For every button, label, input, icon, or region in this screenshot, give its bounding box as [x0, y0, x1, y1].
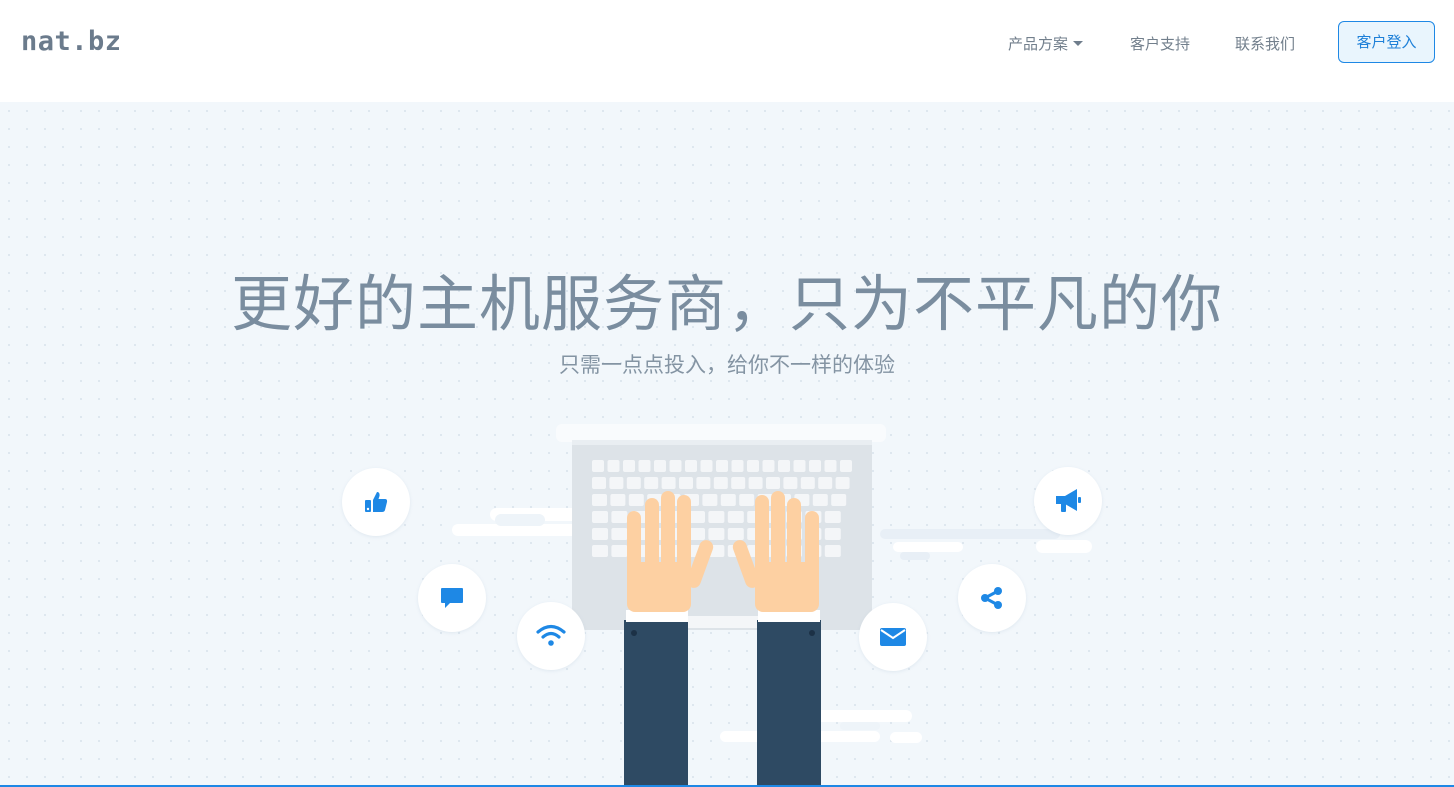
keyboard-key	[626, 477, 641, 489]
keyboard-key	[716, 460, 728, 472]
arm-shapes	[624, 610, 821, 785]
keyboard-key	[824, 511, 841, 523]
keyboard-key	[592, 477, 606, 489]
keyboard-key	[766, 477, 780, 489]
keyboard-key	[661, 477, 676, 489]
keyboard-key	[762, 460, 775, 472]
keyboard-key	[638, 460, 651, 472]
keyboard-key	[835, 477, 850, 489]
keyboard-key	[748, 477, 763, 489]
nav-products-label: 产品方案	[1008, 35, 1069, 53]
keyboard-key	[611, 528, 628, 540]
keyboard-key	[592, 528, 608, 540]
keyboard-key	[840, 460, 852, 472]
keyboard-key	[610, 494, 626, 506]
keyboard-key	[689, 511, 705, 523]
keyboard-key	[609, 477, 624, 489]
keyboard-key	[739, 494, 755, 506]
keyboard-key	[727, 511, 744, 523]
keyboard-key	[689, 528, 705, 540]
keyboard-key	[783, 477, 798, 489]
nav-support[interactable]: 客户支持	[1130, 33, 1190, 54]
keyboard-key	[793, 460, 806, 472]
envelope-icon	[859, 603, 927, 671]
keyboard-key	[654, 460, 666, 472]
keyboard-key	[700, 460, 713, 472]
keyboard-key	[644, 477, 659, 489]
hero-section: 更好的主机服务商，只为不平凡的你 只需一点点投入，给你不一样的体验	[0, 102, 1454, 787]
keyboard-key	[800, 477, 815, 489]
site-header: nat.bz 产品方案 客户支持 联系我们 客户登入	[0, 0, 1454, 102]
comment-icon	[418, 564, 486, 632]
keyboard-key	[812, 494, 828, 506]
thumbs-up-icon	[342, 468, 410, 536]
keyboard-key	[778, 460, 790, 472]
wifi-icon	[517, 602, 585, 670]
keyboard-key	[685, 460, 697, 472]
keyboard-key	[592, 511, 608, 523]
keyboard-key	[708, 528, 725, 540]
keyboard-key	[628, 494, 644, 506]
caret-down-icon	[1073, 41, 1084, 46]
keyboard-key	[747, 460, 759, 472]
keyboard-key	[592, 545, 608, 557]
keyboard-key	[824, 528, 841, 540]
keyboard-key	[809, 460, 821, 472]
nav-products[interactable]: 产品方案	[1008, 33, 1084, 54]
keyboard-key	[824, 460, 837, 472]
keyboard-key	[727, 528, 744, 540]
keyboard-key	[607, 460, 620, 472]
keyboard-key	[611, 511, 628, 523]
keyboard-key	[731, 460, 744, 472]
keyboard-key	[831, 494, 847, 506]
keyboard-key	[818, 477, 833, 489]
nav-contact[interactable]: 联系我们	[1235, 33, 1295, 54]
hero-illustration	[452, 424, 1092, 785]
keyboard-key	[623, 460, 635, 472]
keyboard-key	[702, 494, 718, 506]
keyboard-key	[669, 460, 682, 472]
megaphone-icon	[1034, 467, 1102, 535]
keyboard-key	[731, 477, 746, 489]
keyboard-key	[708, 511, 725, 523]
keyboard-key	[679, 477, 693, 489]
keyboard-key	[824, 545, 841, 557]
site-logo[interactable]: nat.bz	[21, 26, 122, 57]
login-button[interactable]: 客户登入	[1338, 21, 1435, 63]
share-icon	[958, 564, 1026, 632]
keyboard-key	[611, 545, 628, 557]
keyboard-key	[592, 460, 604, 472]
laptop-shape	[556, 424, 886, 630]
keyboard-key	[713, 477, 728, 489]
keyboard-key	[720, 494, 736, 506]
keyboard-key	[696, 477, 711, 489]
keyboard-key	[592, 494, 607, 506]
